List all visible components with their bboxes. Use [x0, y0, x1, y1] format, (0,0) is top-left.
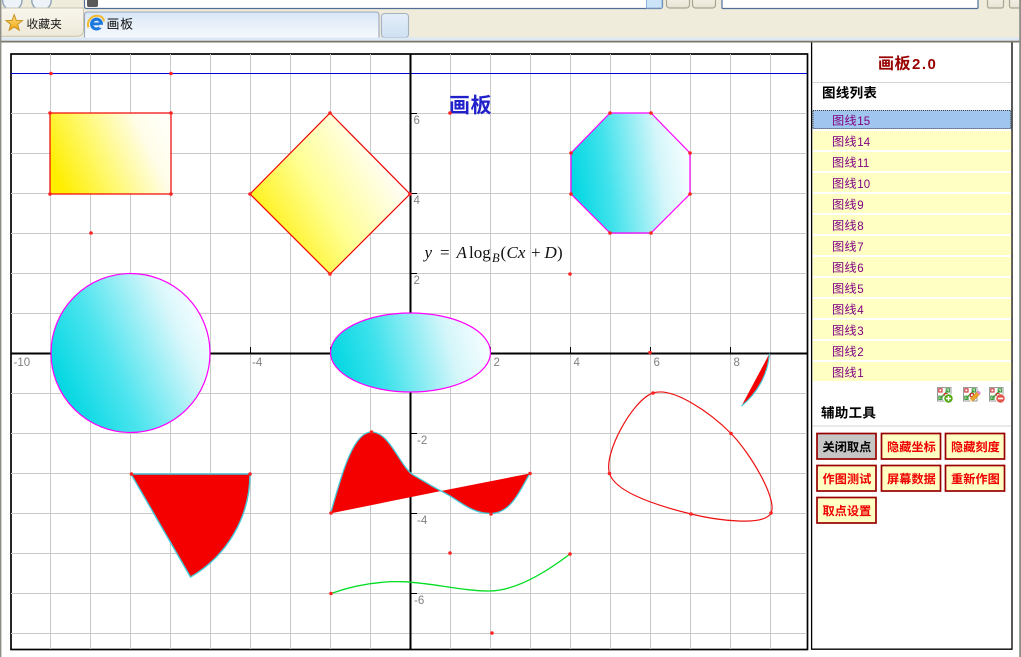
svg-text:2: 2	[414, 275, 420, 287]
svg-text:4: 4	[414, 195, 421, 207]
svg-text:4: 4	[574, 357, 581, 369]
svg-text:-4: -4	[417, 515, 428, 527]
svg-text:10: 10	[857, 179, 870, 191]
svg-text:-4: -4	[252, 357, 263, 369]
svg-text:15: 15	[857, 116, 870, 128]
svg-text:log: log	[469, 243, 491, 262]
svg-text:3: 3	[857, 326, 863, 338]
svg-text:D: D	[544, 243, 558, 262]
svg-text:11: 11	[857, 158, 869, 170]
svg-text:-2: -2	[417, 435, 427, 447]
svg-text:A: A	[456, 243, 468, 262]
svg-text:y: y	[423, 243, 433, 262]
svg-text:8: 8	[857, 221, 863, 233]
svg-text:+: +	[531, 243, 541, 262]
svg-text:9: 9	[857, 200, 863, 212]
svg-text:6: 6	[414, 115, 420, 127]
svg-text:7: 7	[857, 242, 863, 254]
svg-text:4: 4	[857, 305, 864, 317]
svg-text:B: B	[492, 251, 500, 265]
svg-text:-6: -6	[414, 595, 424, 607]
svg-text:): )	[557, 243, 563, 262]
svg-text:8: 8	[734, 357, 740, 369]
svg-text:2: 2	[494, 357, 500, 369]
svg-text:6: 6	[654, 357, 660, 369]
svg-text:-10: -10	[14, 357, 31, 369]
svg-text:2.0: 2.0	[912, 56, 937, 73]
svg-text:Cx: Cx	[507, 243, 526, 262]
svg-text:5: 5	[857, 284, 863, 296]
svg-text:6: 6	[857, 263, 863, 275]
svg-text:1: 1	[857, 368, 863, 380]
svg-text:14: 14	[857, 137, 870, 149]
svg-text:2: 2	[857, 347, 863, 359]
svg-text:=: =	[440, 243, 450, 262]
